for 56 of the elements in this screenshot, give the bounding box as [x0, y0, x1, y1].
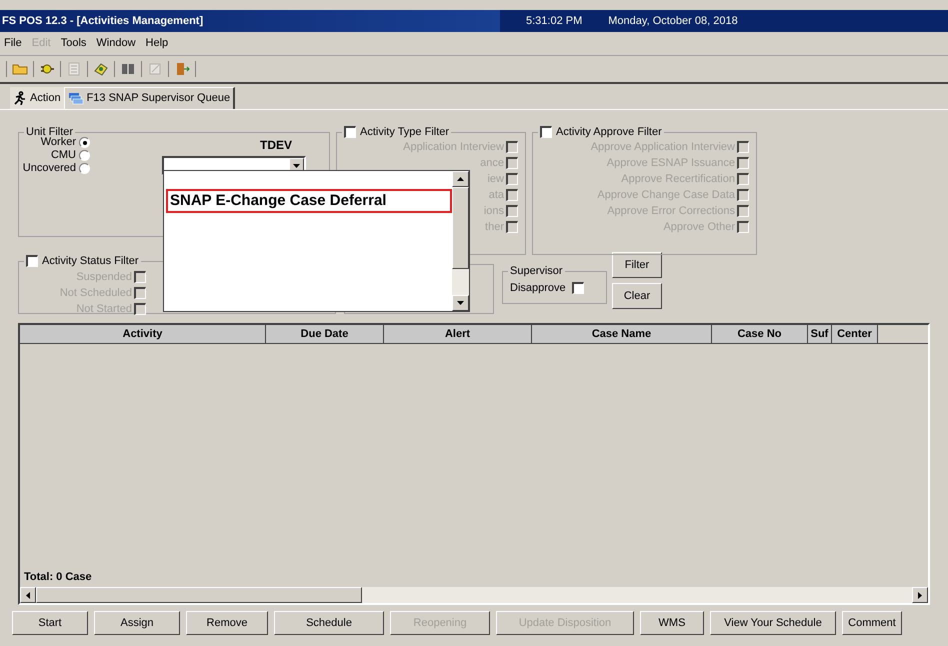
radio-label: Worker [40, 136, 76, 150]
radio-label: Uncovered [22, 161, 76, 176]
push-button[interactable]: Filter [612, 252, 662, 278]
right-arrow-icon [918, 592, 922, 598]
column-header[interactable]: Due Date [266, 325, 384, 343]
menu-item[interactable]: Help [146, 35, 168, 52]
column-header[interactable]: Case Name [532, 325, 712, 343]
vertical-scrollbar[interactable] [452, 171, 469, 311]
column-header[interactable]: Case No [712, 325, 808, 343]
menu-item[interactable]: Window [96, 35, 136, 52]
date-text: Monday, October 08, 2018 [608, 14, 738, 29]
up-arrow-icon [457, 177, 464, 181]
push-button[interactable]: Comment [842, 611, 902, 635]
window-title: FS POS 12.3 - [Activities Management] [1, 14, 204, 29]
checkbox[interactable] [26, 255, 38, 267]
group-title: Supervisor [510, 264, 563, 278]
clock-time: 5:31:02 PM [526, 14, 582, 29]
menu-item[interactable]: File [4, 35, 22, 52]
radio-button[interactable] [79, 163, 90, 174]
caret-icon [293, 164, 300, 168]
radio-label: CMU [50, 148, 76, 163]
horizontal-scrollbar[interactable] [20, 587, 928, 603]
worker-code: TDEV [260, 137, 292, 154]
checkbox[interactable] [540, 126, 552, 138]
dropdown-list[interactable]: SNAP E-Change Case Deferral [163, 170, 470, 312]
tab[interactable]: Action [10, 87, 64, 109]
total-count: Total: 0 Case [23, 570, 93, 584]
push-button[interactable]: Clear [612, 283, 662, 309]
checkbox[interactable] [344, 126, 356, 138]
column-header[interactable]: Suf [808, 325, 832, 343]
list-option[interactable]: SNAP E-Change Case Deferral [166, 189, 452, 213]
group-title: Activity Status Filter [42, 254, 139, 268]
tab[interactable]: F13 SNAP Supervisor Queue [64, 87, 236, 109]
scroll-thumb[interactable] [36, 587, 362, 603]
group-title: Activity Approve Filter [556, 125, 662, 139]
push-button[interactable]: Schedule [274, 611, 384, 635]
checkbox-label: Disapprove [510, 281, 566, 296]
column-header[interactable]: Alert [384, 325, 532, 343]
scroll-thumb[interactable] [452, 187, 469, 269]
left-arrow-icon [26, 592, 30, 598]
down-arrow-icon [457, 301, 464, 305]
stacked-windows-icon [68, 92, 84, 106]
push-button[interactable]: Remove [186, 611, 268, 635]
radio-button[interactable] [79, 137, 90, 148]
radio-button[interactable] [79, 150, 90, 161]
menu-item[interactable]: Tools [60, 35, 86, 52]
running-person-icon [13, 91, 27, 105]
push-button[interactable]: Assign [94, 611, 180, 635]
push-button[interactable]: Start [12, 611, 88, 635]
column-header[interactable]: Center [832, 325, 878, 343]
column-header[interactable]: Activity [20, 325, 266, 343]
group-title: Activity Type Filter [360, 125, 450, 139]
group-title: Unit Filter [26, 125, 74, 138]
checkbox[interactable] [572, 282, 584, 294]
push-button[interactable]: WMS [640, 611, 704, 635]
push-button[interactable]: View Your Schedule [710, 611, 836, 635]
